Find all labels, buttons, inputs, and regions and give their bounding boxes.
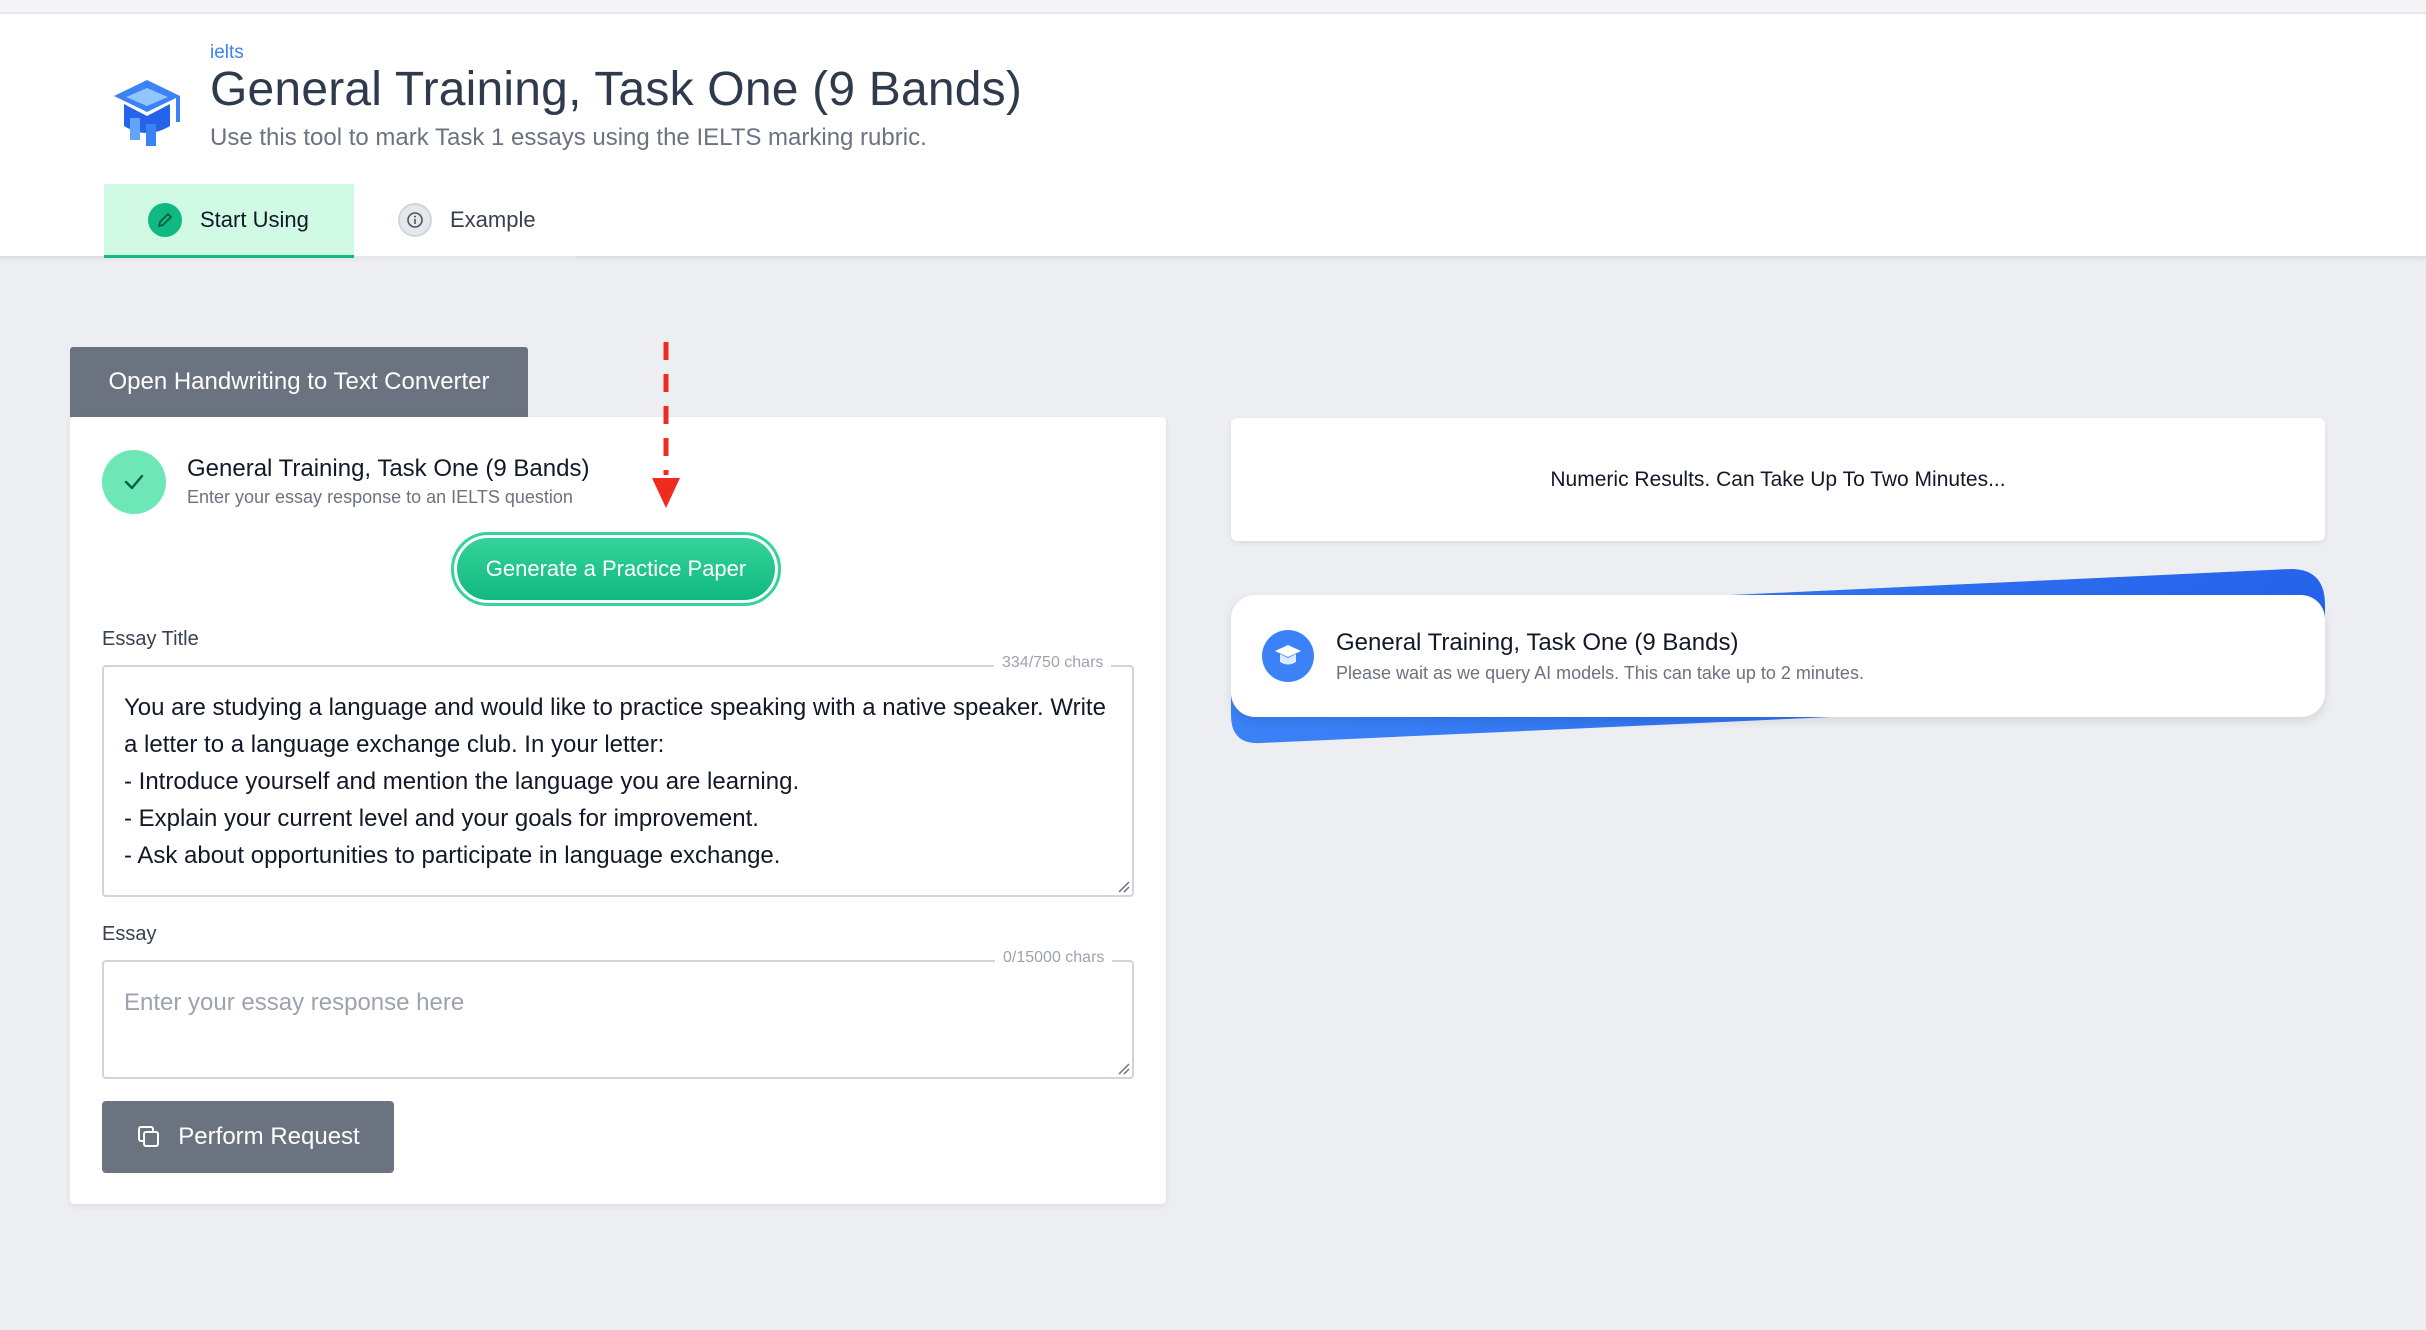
- essay-title-input[interactable]: You are studying a language and would li…: [102, 665, 1134, 897]
- perform-request-button[interactable]: Perform Request: [102, 1101, 394, 1173]
- pencil-icon: [148, 202, 182, 237]
- copy-icon: [138, 1126, 160, 1147]
- essay-title-line: - Ask about opportunities to participate…: [124, 842, 781, 869]
- tab-start-using[interactable]: Start Using: [104, 184, 354, 258]
- generate-button-label: Generate a Practice Paper: [457, 538, 775, 600]
- essay-form-card: General Training, Task One (9 Bands) Ent…: [70, 417, 1166, 1204]
- check-icon: [102, 450, 166, 514]
- essay-title-line: You are studying a language and would li…: [124, 694, 1106, 721]
- essay-input[interactable]: Enter your essay response here: [102, 960, 1134, 1079]
- essay-char-counter: 0/15000 chars: [995, 949, 1113, 967]
- page-title: General Training, Task One (9 Bands): [210, 63, 1023, 116]
- resize-handle-icon[interactable]: [1114, 1059, 1130, 1075]
- essay-title-line: - Explain your current level and your go…: [124, 805, 759, 832]
- numeric-results-text: Numeric Results. Can Take Up To Two Minu…: [1550, 467, 2006, 491]
- loading-card: General Training, Task One (9 Bands) Ple…: [1231, 595, 2325, 717]
- browser-top-strip: [0, 0, 2426, 14]
- essay-title-char-counter: 334/750 chars: [994, 654, 1112, 672]
- loading-subtitle: Please wait as we query AI models. This …: [1336, 663, 1864, 683]
- essay-title-line: a letter to a language exchange club. In…: [124, 731, 665, 758]
- perform-request-label: Perform Request: [178, 1123, 360, 1150]
- essay-title-line: - Introduce yourself and mention the lan…: [124, 768, 800, 795]
- tab-label: Example: [450, 207, 536, 232]
- tab-example[interactable]: Example: [354, 184, 576, 258]
- info-icon: [398, 203, 432, 237]
- graduation-cap-icon: [114, 80, 180, 146]
- graduation-cap-icon: [1262, 630, 1314, 682]
- form-title: General Training, Task One (9 Bands): [187, 455, 590, 482]
- page-subtitle: Use this tool to mark Task 1 essays usin…: [210, 124, 927, 151]
- open-handwriting-converter-button[interactable]: Open Handwriting to Text Converter: [70, 347, 528, 417]
- numeric-results-panel: Numeric Results. Can Take Up To Two Minu…: [1231, 418, 2325, 541]
- resize-handle-icon[interactable]: [1114, 877, 1130, 893]
- generate-practice-paper-button[interactable]: Generate a Practice Paper: [451, 532, 781, 606]
- breadcrumb-link[interactable]: ielts: [210, 42, 244, 64]
- tab-label: Start Using: [200, 206, 309, 232]
- loading-title: General Training, Task One (9 Bands): [1336, 629, 1739, 656]
- essay-label: Essay: [102, 923, 157, 945]
- essay-placeholder: Enter your essay response here: [124, 989, 465, 1016]
- essay-title-label: Essay Title: [102, 628, 199, 650]
- red-dashed-arrow-annotation: [652, 342, 680, 508]
- loading-panel: General Training, Task One (9 Bands) Ple…: [1231, 565, 2327, 750]
- page-header: ielts General Training, Task One (9 Band…: [0, 14, 2426, 258]
- form-subtitle: Enter your essay response to an IELTS qu…: [187, 487, 573, 507]
